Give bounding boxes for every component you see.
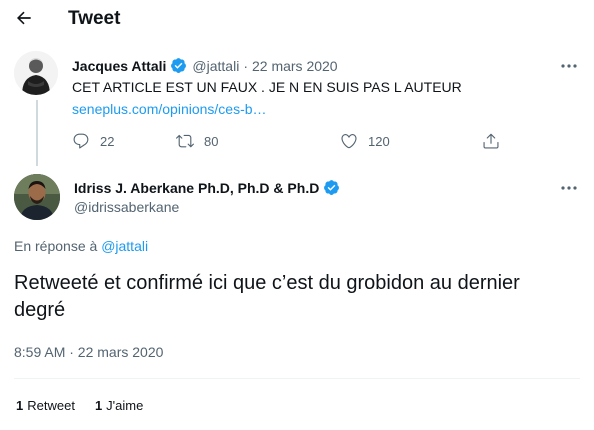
page-title: Tweet (68, 8, 121, 29)
reply-prefix: En réponse à (14, 238, 98, 254)
share-icon (483, 133, 499, 149)
thread-line (36, 100, 38, 166)
retweet-button[interactable]: 80 (176, 130, 218, 152)
likes-label: J'aime (106, 398, 144, 413)
parent-tweet-header: Jacques Attali @jattali · 22 mars 2020 (72, 57, 338, 74)
tweet-stats: 1 Retweet 1 J'aime (16, 398, 163, 413)
avatar-image (14, 174, 60, 220)
like-count: 120 (368, 133, 390, 149)
author-handle[interactable]: @jattali (192, 58, 239, 74)
retweets-label: Retweet (27, 398, 75, 413)
main-tweet-header: Idriss J. Aberkane Ph.D, Ph.D & Ph.D (74, 179, 340, 196)
retweets-stat[interactable]: 1 Retweet (16, 398, 75, 413)
share-button[interactable] (482, 130, 500, 152)
reply-button[interactable]: 22 (72, 130, 114, 152)
author-handle[interactable]: @idrissaberkane (74, 199, 179, 215)
main-tweet-text: Retweeté et confirmé ici que c’est du gr… (14, 272, 520, 321)
avatar-idriss-aberkane[interactable] (14, 174, 60, 220)
more-options-button[interactable] (558, 58, 580, 74)
heart-icon (341, 134, 357, 149)
parent-tweet-text: CET ARTICLE EST UN FAUX . JE N EN SUIS P… (72, 79, 462, 95)
retweet-icon (176, 134, 194, 148)
more-dots-icon (561, 64, 577, 68)
more-dots-icon (561, 186, 577, 190)
retweet-count: 80 (204, 133, 219, 149)
more-options-button[interactable] (558, 180, 580, 196)
arrow-left-icon (17, 11, 31, 25)
reply-mention-link[interactable]: @jattali (101, 238, 148, 254)
like-button[interactable]: 120 (340, 130, 390, 152)
avatar-jacques-attali[interactable] (14, 51, 58, 95)
separator-dot: · (243, 57, 248, 74)
back-button[interactable] (10, 4, 38, 32)
avatar-image (14, 51, 58, 95)
verified-badge-icon (323, 179, 340, 196)
tweet-timestamp[interactable]: 8:59 AM · 22 mars 2020 (14, 344, 163, 360)
tweet-link[interactable]: seneplus.com/opinions/ces-b… (72, 101, 267, 117)
verified-badge-icon (170, 57, 187, 74)
retweets-count: 1 (16, 398, 24, 413)
likes-count: 1 (94, 398, 103, 413)
author-name[interactable]: Jacques Attali (72, 58, 166, 74)
likes-stat[interactable]: 1 J'aime (95, 398, 143, 413)
reply-context: En réponse à @jattali (14, 238, 148, 254)
author-name[interactable]: Idriss J. Aberkane Ph.D, Ph.D & Ph.D (74, 180, 319, 196)
tweet-date[interactable]: 22 mars 2020 (252, 58, 338, 74)
header: Tweet (0, 0, 594, 38)
divider (14, 378, 580, 379)
reply-icon (73, 133, 89, 149)
tweet-actions: 22 80 120 (72, 130, 512, 152)
reply-count: 22 (100, 133, 115, 149)
